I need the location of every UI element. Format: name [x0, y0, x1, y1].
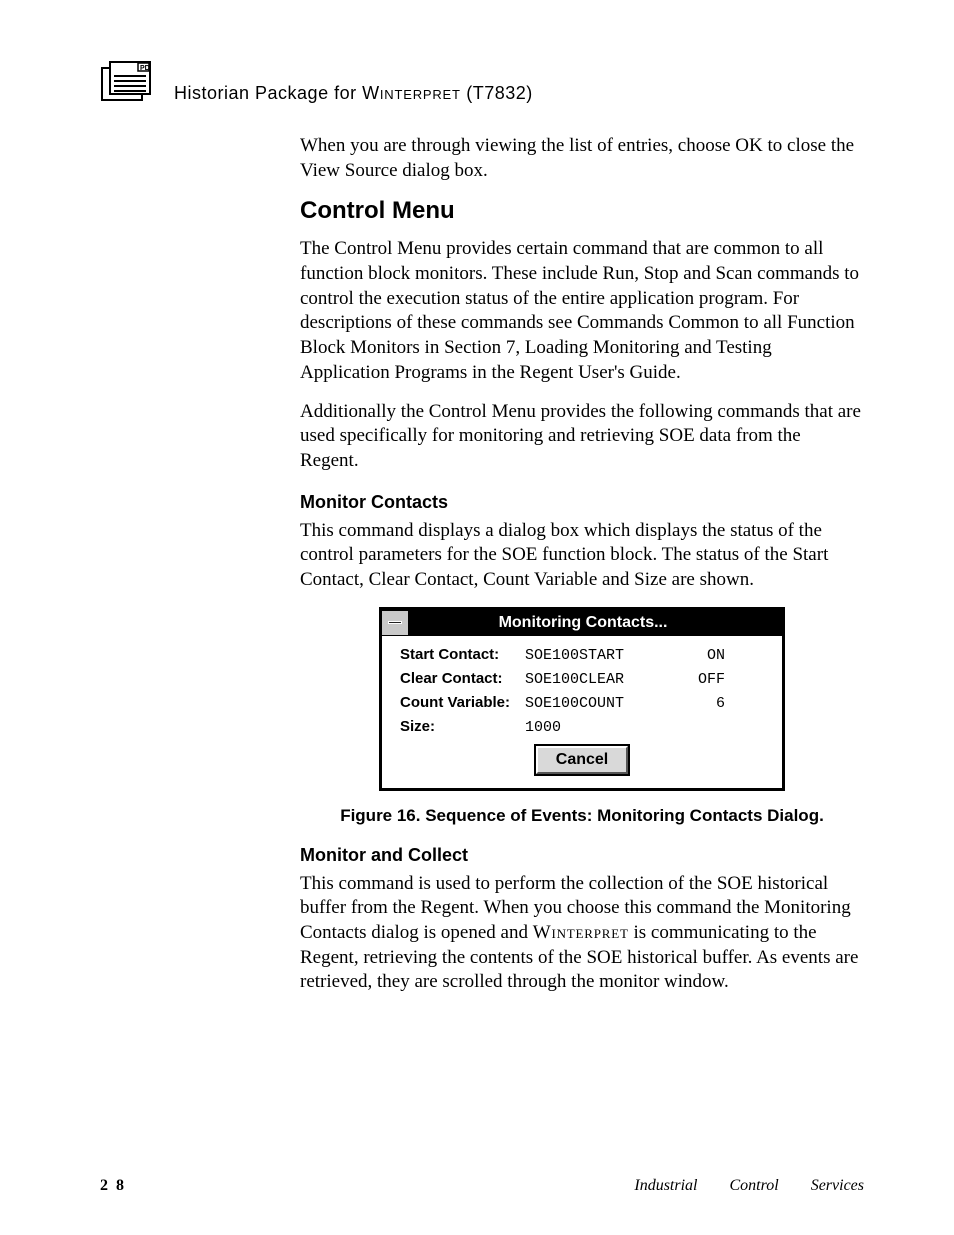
dialog-title-text: Monitoring Contacts...	[410, 614, 782, 632]
row-state: 6	[665, 695, 725, 712]
row-value: SOE100COUNT	[525, 695, 665, 712]
monitor-and-collect-paragraph: This command is used to perform the coll…	[300, 872, 864, 995]
page-number: 2 8	[100, 1177, 126, 1195]
heading-monitor-and-collect: Monitor and Collect	[300, 845, 864, 866]
dialog-row: Count Variable: SOE100COUNT 6	[400, 694, 764, 712]
control-paragraph-2: Additionally the Control Menu provides t…	[300, 400, 864, 474]
control-paragraph-1: The Control Menu provides certain comman…	[300, 237, 864, 385]
dialog-row: Size: 1000	[400, 718, 764, 736]
row-label: Clear Contact:	[400, 670, 525, 687]
row-label: Size:	[400, 718, 525, 735]
monitor-contacts-paragraph: This command displays a dialog box which…	[300, 519, 864, 593]
system-menu-icon[interactable]	[382, 611, 410, 635]
dialog-row: Clear Contact: SOE100CLEAR OFF	[400, 670, 764, 688]
dialog-body: Start Contact: SOE100START ON Clear Cont…	[382, 636, 782, 788]
footer-right: Industrial Control Services	[634, 1177, 864, 1195]
row-value: 1000	[525, 719, 665, 736]
figure-dialog: Monitoring Contacts... Start Contact: SO…	[300, 607, 864, 791]
document-icon: PD	[100, 60, 156, 104]
heading-control-menu: Control Menu	[300, 197, 864, 225]
page-footer: 2 8 Industrial Control Services	[100, 1177, 864, 1195]
row-label: Count Variable:	[400, 694, 525, 711]
dialog-row: Start Contact: SOE100START ON	[400, 646, 764, 664]
page-title: Historian Package for Winterpret (T7832)	[174, 83, 533, 104]
row-value: SOE100CLEAR	[525, 671, 665, 688]
row-value: SOE100START	[525, 647, 665, 664]
row-state: OFF	[665, 671, 725, 688]
dialog-monitoring-contacts: Monitoring Contacts... Start Contact: SO…	[379, 607, 785, 791]
cancel-button[interactable]: Cancel	[536, 746, 628, 774]
pd-label: PD	[140, 65, 150, 72]
dialog-title-bar: Monitoring Contacts...	[382, 610, 782, 636]
figure-caption: Figure 16. Sequence of Events: Monitorin…	[300, 805, 864, 827]
heading-monitor-contacts: Monitor Contacts	[300, 492, 864, 513]
page-header: PD Historian Package for Winterpret (T78…	[100, 60, 864, 104]
intro-paragraph: When you are through viewing the list of…	[300, 134, 864, 183]
row-state: ON	[665, 647, 725, 664]
row-label: Start Contact:	[400, 646, 525, 663]
